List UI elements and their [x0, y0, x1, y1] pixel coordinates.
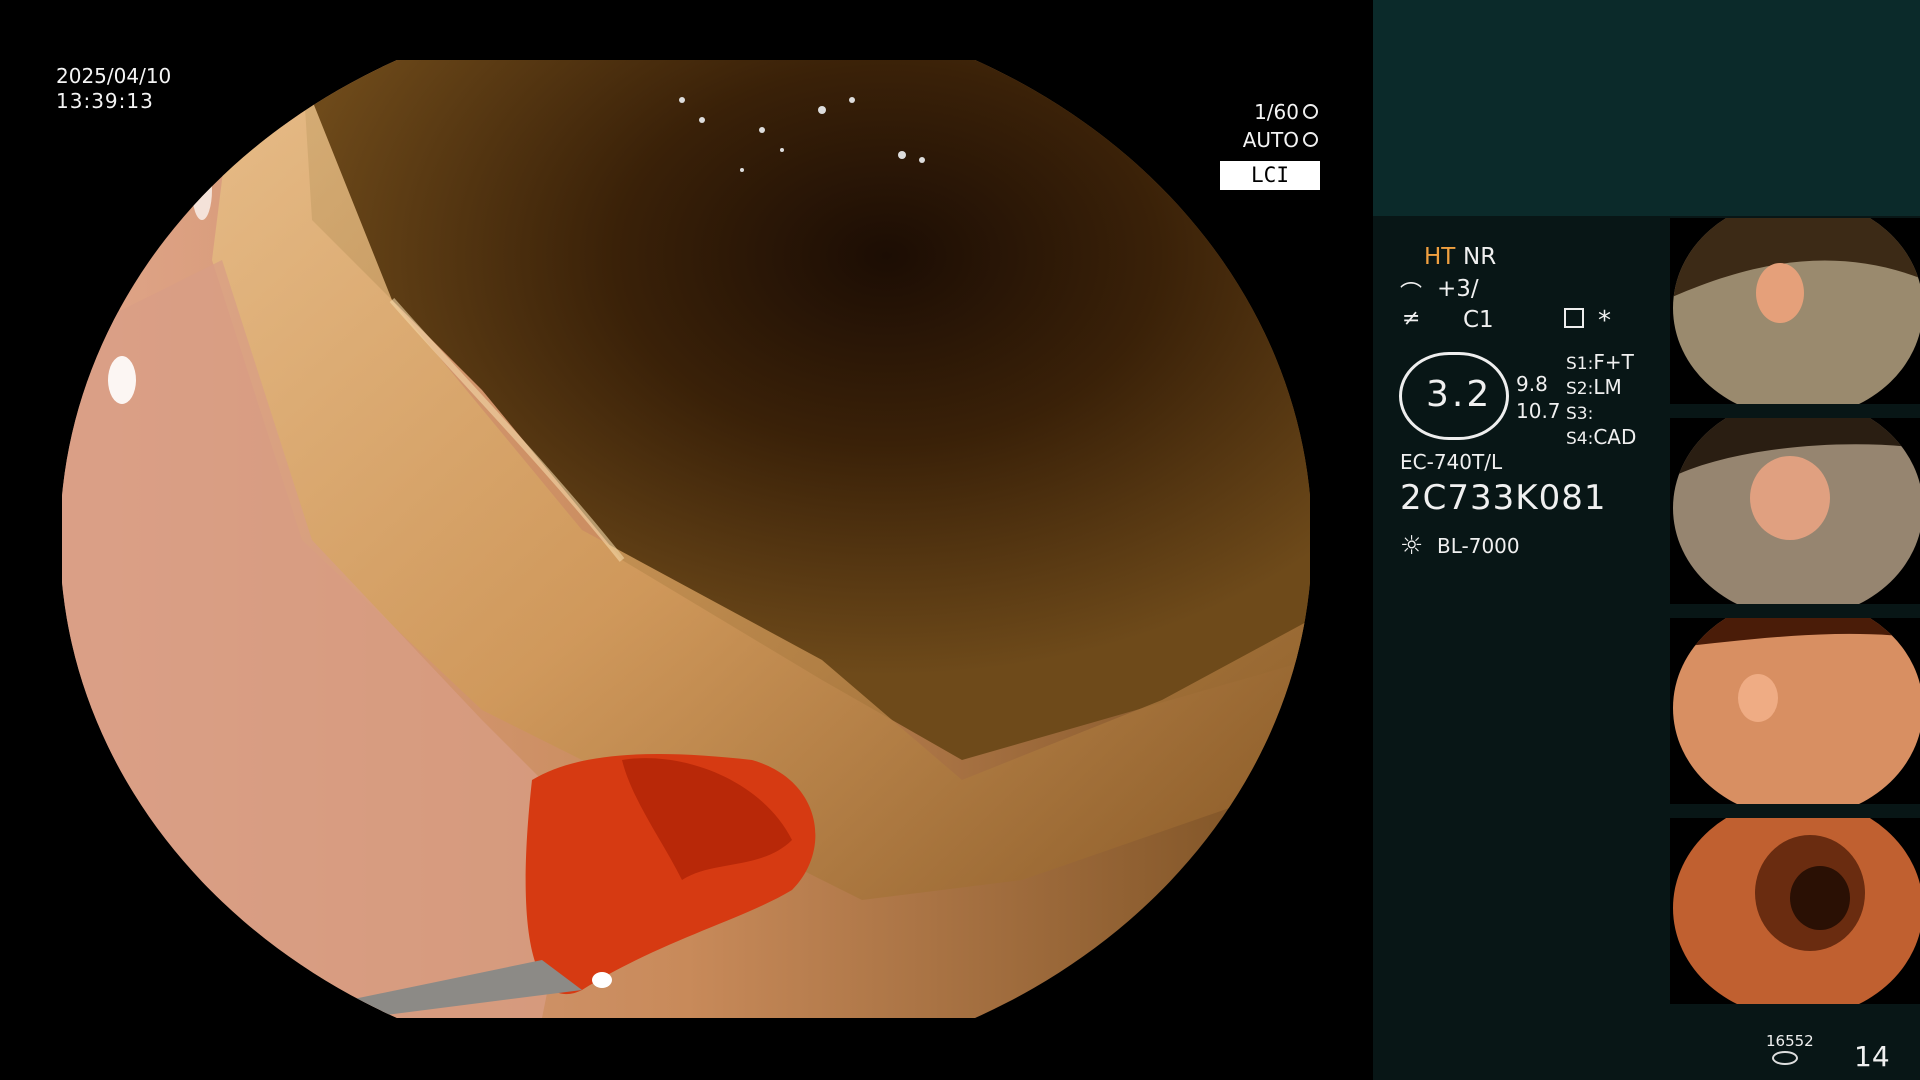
zoom-range-1: 9.8	[1516, 372, 1548, 396]
thumbnail-1[interactable]	[1670, 218, 1920, 404]
imaging-mode-badge: LCI	[1220, 161, 1320, 190]
time: 13:39:13	[56, 89, 154, 113]
zoom-range-2: 10.7	[1516, 399, 1561, 423]
endoscope-view	[62, 60, 1310, 1018]
enhancement-value: +3/	[1437, 276, 1479, 302]
thumbnail-4[interactable]	[1670, 818, 1920, 1004]
switch-s1: S1:F+T	[1566, 350, 1634, 374]
color-mode-value: C1	[1463, 307, 1494, 333]
thumbnail-image-3	[1673, 618, 1920, 804]
endoscope-image	[62, 60, 1310, 1018]
zoom-value: 3.2	[1426, 374, 1493, 415]
s1-label: S1:	[1566, 354, 1594, 374]
page-number: 14	[1854, 1040, 1890, 1073]
s4-label: S4:	[1566, 429, 1594, 449]
star-marker: *	[1598, 306, 1611, 336]
iris-icon	[1303, 132, 1318, 147]
s4-value: CAD	[1593, 425, 1637, 449]
switch-s2: S2:LM	[1566, 375, 1622, 399]
s2-value: LM	[1593, 375, 1622, 399]
thumbnail-image-2	[1673, 418, 1920, 604]
thumbnail-3[interactable]	[1670, 618, 1920, 804]
switch-s4: S4:CAD	[1566, 425, 1636, 449]
thumbnail-image-4	[1673, 818, 1920, 1004]
disk-icon	[1772, 1051, 1798, 1065]
keyboard-icon	[1564, 308, 1584, 328]
scope-model: EC-740T/L	[1400, 450, 1503, 474]
thumbnail-2[interactable]	[1670, 418, 1920, 604]
top-panel	[1373, 0, 1920, 216]
s2-label: S2:	[1566, 379, 1594, 399]
thumbnail-image-1	[1673, 218, 1920, 404]
s3-label: S3:	[1566, 404, 1594, 424]
switch-s3: S3:	[1566, 400, 1593, 424]
endoscopy-screen: 2025/04/10 13:39:13 1/60 AUTO LCI HT NR …	[0, 0, 1920, 1080]
scope-serial: 2C733K081	[1400, 478, 1607, 518]
ht-label: HT	[1424, 244, 1456, 270]
enhancement-icon: ⌒	[1400, 282, 1423, 307]
date: 2025/04/10	[56, 64, 172, 88]
aperture-icon	[1303, 104, 1318, 119]
exposure-value: AUTO	[1242, 128, 1299, 152]
s1-value: F+T	[1593, 350, 1634, 374]
light-source: BL-7000	[1437, 534, 1520, 558]
nr-label: NR	[1463, 244, 1497, 270]
exposure-mode: AUTO	[1243, 128, 1318, 152]
image-count: 16552	[1766, 1032, 1814, 1050]
sun-icon: ☼	[1400, 531, 1424, 561]
shutter-value: 1/60	[1254, 100, 1299, 124]
color-mode-icon: ≠	[1402, 306, 1421, 331]
shutter-speed: 1/60	[1254, 100, 1318, 124]
